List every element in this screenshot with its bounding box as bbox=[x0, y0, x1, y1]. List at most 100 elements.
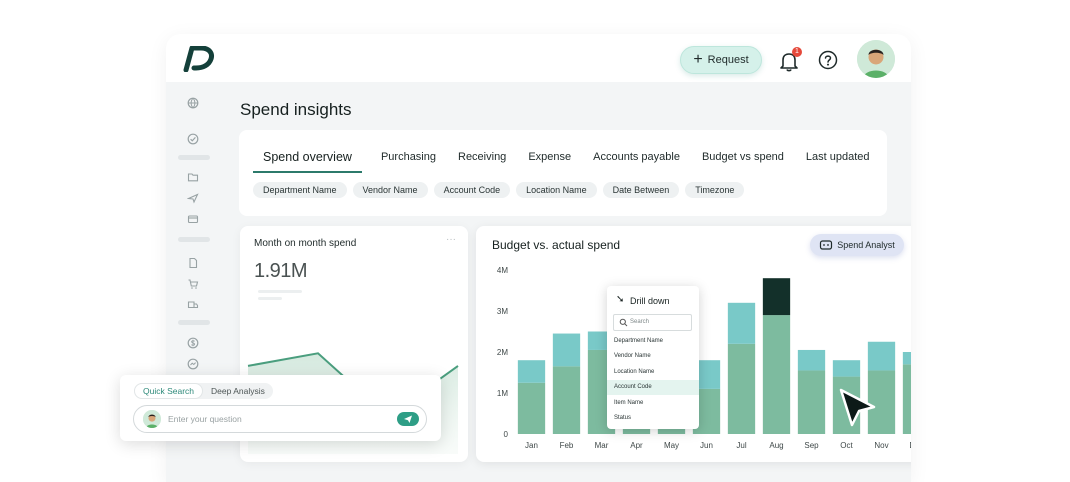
x-tick-label: Dec bbox=[909, 441, 911, 450]
globe-icon[interactable] bbox=[187, 97, 199, 109]
filter-chips: Department Name Vendor Name Account Code… bbox=[253, 182, 745, 198]
placeholder-line bbox=[258, 290, 302, 293]
request-label: Request bbox=[707, 54, 749, 66]
brand-logo-icon[interactable] bbox=[183, 46, 215, 72]
send-button[interactable] bbox=[397, 412, 419, 426]
search-mode-toggle: Quick Search Deep Analysis bbox=[134, 383, 273, 399]
drill-item-account-code[interactable]: Account Code bbox=[607, 380, 699, 395]
robot-chat-icon bbox=[820, 240, 833, 250]
stage: + Request 1 Spend insights Spend overvie… bbox=[0, 0, 1070, 482]
check-circle-icon[interactable] bbox=[187, 133, 199, 145]
plane-icon[interactable] bbox=[187, 192, 199, 204]
cart-icon[interactable] bbox=[187, 278, 199, 290]
x-tick-label: Oct bbox=[840, 441, 853, 450]
mode-quick-search[interactable]: Quick Search bbox=[134, 383, 204, 399]
tabs-card: Spend overview Purchasing Receiving Expe… bbox=[239, 130, 887, 216]
bar-actual-jan[interactable] bbox=[517, 382, 546, 434]
drill-item-location-name[interactable]: Location Name bbox=[607, 365, 699, 380]
tab-receiving[interactable]: Receiving bbox=[447, 150, 517, 172]
card-title: Month on month spend bbox=[254, 238, 357, 249]
placeholder-line bbox=[258, 297, 282, 300]
folder-icon[interactable] bbox=[187, 171, 199, 183]
dollar-icon[interactable] bbox=[187, 337, 199, 349]
y-tick-label: 2M bbox=[497, 348, 508, 357]
x-tick-label: Jul bbox=[736, 441, 746, 450]
chart-circle-icon[interactable] bbox=[187, 358, 199, 370]
spend-analyst-button[interactable]: Spend Analyst bbox=[810, 234, 904, 256]
tab-spend-overview[interactable]: Spend overview bbox=[253, 150, 362, 173]
tab-bar: Spend overview Purchasing Receiving Expe… bbox=[253, 150, 881, 174]
mouse-cursor-icon bbox=[839, 388, 876, 427]
bar-budget-jul[interactable] bbox=[727, 302, 756, 344]
x-tick-label: Sep bbox=[804, 441, 819, 450]
drill-item-status[interactable]: Status bbox=[607, 411, 699, 426]
bar-budget-jan[interactable] bbox=[517, 360, 546, 383]
user-avatar[interactable] bbox=[857, 40, 895, 78]
sidebar-divider bbox=[178, 237, 210, 242]
notification-badge: 1 bbox=[792, 47, 802, 57]
sidebar-divider bbox=[178, 320, 210, 325]
filter-chip-department-name[interactable]: Department Name bbox=[253, 182, 347, 198]
search-icon bbox=[619, 318, 628, 327]
spend-value: 1.91M bbox=[254, 260, 308, 282]
bar-actual-jul[interactable] bbox=[727, 343, 756, 434]
filter-chip-date-between[interactable]: Date Between bbox=[602, 182, 680, 198]
bar-budget-feb[interactable] bbox=[552, 333, 581, 367]
bar-budget-sep[interactable] bbox=[797, 349, 826, 371]
person-icon bbox=[143, 410, 161, 428]
tab-purchasing[interactable]: Purchasing bbox=[370, 150, 447, 172]
person-icon bbox=[857, 40, 895, 78]
x-tick-label: Feb bbox=[560, 441, 574, 450]
x-tick-label: Jun bbox=[700, 441, 713, 450]
x-tick-label: Apr bbox=[630, 441, 643, 450]
question-box bbox=[133, 405, 427, 433]
y-tick-label: 1M bbox=[497, 389, 508, 398]
card-title: Budget vs. actual spend bbox=[492, 238, 621, 252]
plus-icon: + bbox=[693, 51, 703, 68]
bar-actual-dec[interactable] bbox=[902, 364, 911, 434]
x-tick-label: Nov bbox=[874, 441, 888, 450]
sidebar-divider bbox=[178, 155, 210, 160]
x-tick-label: Aug bbox=[769, 441, 783, 450]
bar-budget-oct[interactable] bbox=[832, 360, 861, 377]
tab-expense[interactable]: Expense bbox=[517, 150, 582, 172]
page-title: Spend insights bbox=[240, 100, 352, 119]
drill-down-menu: ➘ Drill down Search Department Name Vend… bbox=[607, 286, 699, 429]
y-axis: 0 1M 2M 3M 4M bbox=[497, 266, 509, 439]
bar-actual-feb[interactable] bbox=[552, 366, 581, 434]
bar-budget-nov[interactable] bbox=[867, 341, 896, 371]
question-input[interactable] bbox=[168, 412, 388, 426]
filter-chip-vendor-name[interactable]: Vendor Name bbox=[352, 182, 428, 198]
top-bar: + Request 1 bbox=[166, 34, 911, 82]
x-tick-label: May bbox=[664, 441, 679, 450]
drill-down-title: Drill down bbox=[630, 296, 670, 306]
filter-chip-account-code[interactable]: Account Code bbox=[433, 182, 511, 198]
send-icon bbox=[404, 415, 412, 423]
y-tick-label: 3M bbox=[497, 307, 508, 316]
tab-last-updated[interactable]: Last updated bbox=[795, 150, 881, 172]
help-icon[interactable] bbox=[818, 50, 838, 70]
bar-actual-aug[interactable] bbox=[762, 315, 791, 434]
credit-card-icon[interactable] bbox=[187, 213, 199, 225]
request-button[interactable]: + Request bbox=[680, 46, 762, 74]
x-tick-label: Jan bbox=[525, 441, 538, 450]
search-panel: Quick Search Deep Analysis bbox=[120, 375, 441, 441]
bar-actual-sep[interactable] bbox=[797, 370, 826, 434]
drill-item-item-name[interactable]: Item Name bbox=[607, 396, 699, 411]
drill-down-arrow-icon: ➘ bbox=[616, 294, 625, 305]
tab-budget-vs-spend[interactable]: Budget vs spend bbox=[691, 150, 795, 172]
y-tick-label: 4M bbox=[497, 266, 508, 275]
drill-item-vendor-name[interactable]: Vendor Name bbox=[607, 349, 699, 364]
user-avatar bbox=[143, 410, 161, 428]
bar-budget-dec[interactable] bbox=[902, 352, 911, 365]
tab-accounts-payable[interactable]: Accounts payable bbox=[582, 150, 691, 172]
filter-chip-location-name[interactable]: Location Name bbox=[516, 182, 597, 198]
y-tick-label: 0 bbox=[504, 430, 509, 439]
drill-item-department-name[interactable]: Department Name bbox=[607, 334, 699, 349]
filter-chip-timezone[interactable]: Timezone bbox=[685, 182, 745, 198]
mode-deep-analysis[interactable]: Deep Analysis bbox=[203, 383, 273, 399]
bar-budget-aug[interactable] bbox=[762, 278, 791, 316]
document-icon[interactable] bbox=[187, 257, 199, 269]
more-options-icon[interactable]: ··· bbox=[446, 234, 456, 245]
truck-icon[interactable] bbox=[187, 299, 199, 311]
